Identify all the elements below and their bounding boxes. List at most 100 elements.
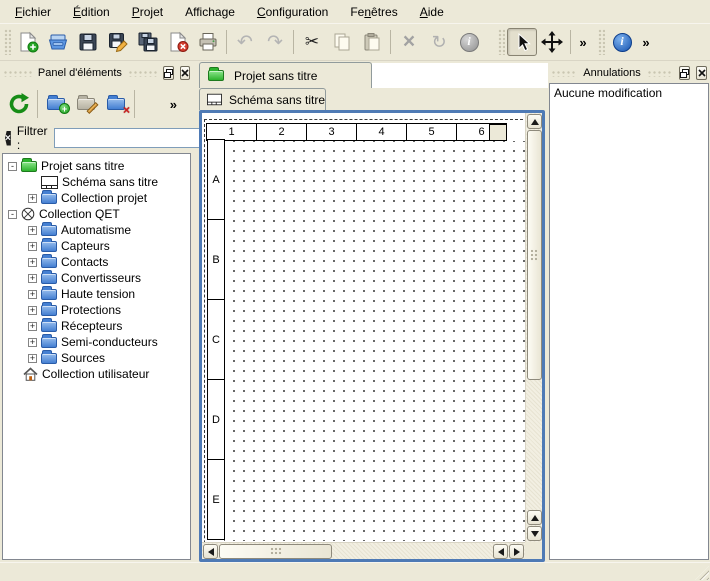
toolbar-drag-handle[interactable] [498,29,505,55]
new-category-button[interactable] [41,88,71,120]
tree-item-collection-projet[interactable]: + Collection projet [3,190,190,206]
vertical-scrollbar[interactable] [525,113,542,542]
collapse-icon[interactable]: - [8,210,17,219]
expand-icon[interactable]: + [28,338,37,347]
scroll-up-button[interactable] [527,510,542,525]
delete-category-button[interactable] [101,88,131,120]
select-pointer-button[interactable] [507,28,537,56]
tree-item-contacts[interactable]: + Contacts [3,254,190,270]
tab-schema-sans-titre[interactable]: Schéma sans titre [199,88,326,110]
tree-item-collection-utilisateur[interactable]: Collection utilisateur [3,366,190,382]
menu-fichier[interactable]: Fichier [4,2,62,22]
delete-button[interactable]: × [394,28,424,56]
tree-item-sources[interactable]: + Sources [3,350,190,366]
tree-item-label: Collection projet [61,191,147,205]
undo-history-list[interactable]: Aucune modification [549,83,709,560]
float-panel-button[interactable] [163,66,174,80]
elements-tree[interactable]: - Projet sans titre Schéma sans titre + … [2,153,191,560]
resize-grip[interactable] [695,566,709,580]
tree-item-automatisme[interactable]: + Automatisme [3,222,190,238]
expand-icon[interactable]: + [28,258,37,267]
tree-item-convertisseurs[interactable]: + Convertisseurs [3,270,190,286]
print-button[interactable] [193,28,223,56]
undo-button[interactable]: ↶ [230,28,260,56]
tree-item-label: Sources [61,351,105,365]
tree-item-schema-sans-titre[interactable]: Schéma sans titre [3,174,190,190]
scroll-left-button[interactable] [203,544,218,559]
reload-collections-button[interactable] [4,88,34,120]
menu-configuration[interactable]: Configuration [246,2,339,22]
scroll-up-button[interactable] [527,114,542,129]
toolbar-drag-handle[interactable] [598,29,605,55]
menu-fenetres[interactable]: Fenêtres [339,2,408,22]
tree-item-semi-conducteurs[interactable]: + Semi-conducteurs [3,334,190,350]
tree-item-label: Récepteurs [61,319,122,333]
toolbar-drag-handle[interactable] [4,29,11,55]
undo-list-item[interactable]: Aucune modification [550,84,708,102]
tab-projet-sans-titre[interactable]: Projet sans titre [199,62,372,88]
move-view-button[interactable] [537,28,567,56]
folder-icon [41,273,57,284]
expand-icon[interactable]: + [28,226,37,235]
element-info-button[interactable] [454,28,484,56]
horizontal-scrollbar[interactable] [202,542,525,559]
save-button[interactable] [73,28,103,56]
scroll-down-button[interactable] [527,526,542,541]
expand-icon[interactable]: + [28,290,37,299]
menu-edition[interactable]: Édition [62,2,121,22]
project-folder-icon [21,161,37,172]
horizontal-scrollbar-thumb[interactable] [219,544,332,559]
new-document-button[interactable] [13,28,43,56]
close-file-button[interactable] [163,28,193,56]
save-all-button[interactable] [133,28,163,56]
scroll-left-button[interactable] [493,544,508,559]
close-icon [698,69,706,77]
expand-icon[interactable]: + [28,306,37,315]
delete-category-icon [107,98,125,110]
tree-item-capteurs[interactable]: + Capteurs [3,238,190,254]
close-panel-button[interactable] [180,66,190,80]
expand-icon[interactable]: + [28,322,37,331]
clear-filter-button[interactable] [5,131,11,146]
edit-category-button[interactable] [71,88,101,120]
expand-icon[interactable]: + [28,242,37,251]
panel-overflow-button[interactable]: » [166,88,181,120]
paste-button[interactable] [357,28,387,56]
collapse-icon[interactable]: - [8,162,17,171]
diagram-sheet-icon [41,176,58,189]
open-file-button[interactable] [43,28,73,56]
vertical-scrollbar-thumb[interactable] [527,130,542,380]
cut-button[interactable]: ✂ [297,28,327,56]
tree-item-protections[interactable]: + Protections [3,302,190,318]
tree-item-haute-tension[interactable]: + Haute tension [3,286,190,302]
menu-aide[interactable]: Aide [409,2,455,22]
toolbar-overflow-button[interactable]: » [574,28,592,56]
about-info-button[interactable] [607,28,637,56]
close-panel-button[interactable] [696,66,707,80]
diagram-row-label: B [207,219,225,300]
menu-affichage[interactable]: Affichage [174,2,246,22]
chevron-right-icon: » [170,97,177,112]
schema-canvas[interactable]: 1 2 3 4 5 6 A B C D E [202,113,525,542]
float-panel-button[interactable] [679,66,690,80]
open-file-icon [47,31,69,53]
expand-icon[interactable]: + [28,194,37,203]
close-file-icon [167,31,189,53]
expand-icon[interactable]: + [28,274,37,283]
redo-button[interactable]: ↷ [260,28,290,56]
save-as-button[interactable] [103,28,133,56]
tree-item-collection-qet[interactable]: - Collection QET [3,206,190,222]
diagram-column-label: 4 [356,123,407,141]
dock-texture [3,70,32,77]
menu-projet[interactable]: Projet [121,2,174,22]
rotate-button[interactable]: ↻ [424,28,454,56]
elements-panel-toolbar: » [0,83,193,125]
tree-item-recepteurs[interactable]: + Récepteurs [3,318,190,334]
toolbar-overflow-button[interactable]: » [637,28,655,56]
scroll-right-button[interactable] [509,544,524,559]
copy-button[interactable] [327,28,357,56]
expand-icon[interactable]: + [28,354,37,363]
menu-bar: Fichier Édition Projet Affichage Configu… [0,0,710,24]
project-folder-icon [208,70,224,81]
tree-item-projet-sans-titre[interactable]: - Projet sans titre [3,158,190,174]
